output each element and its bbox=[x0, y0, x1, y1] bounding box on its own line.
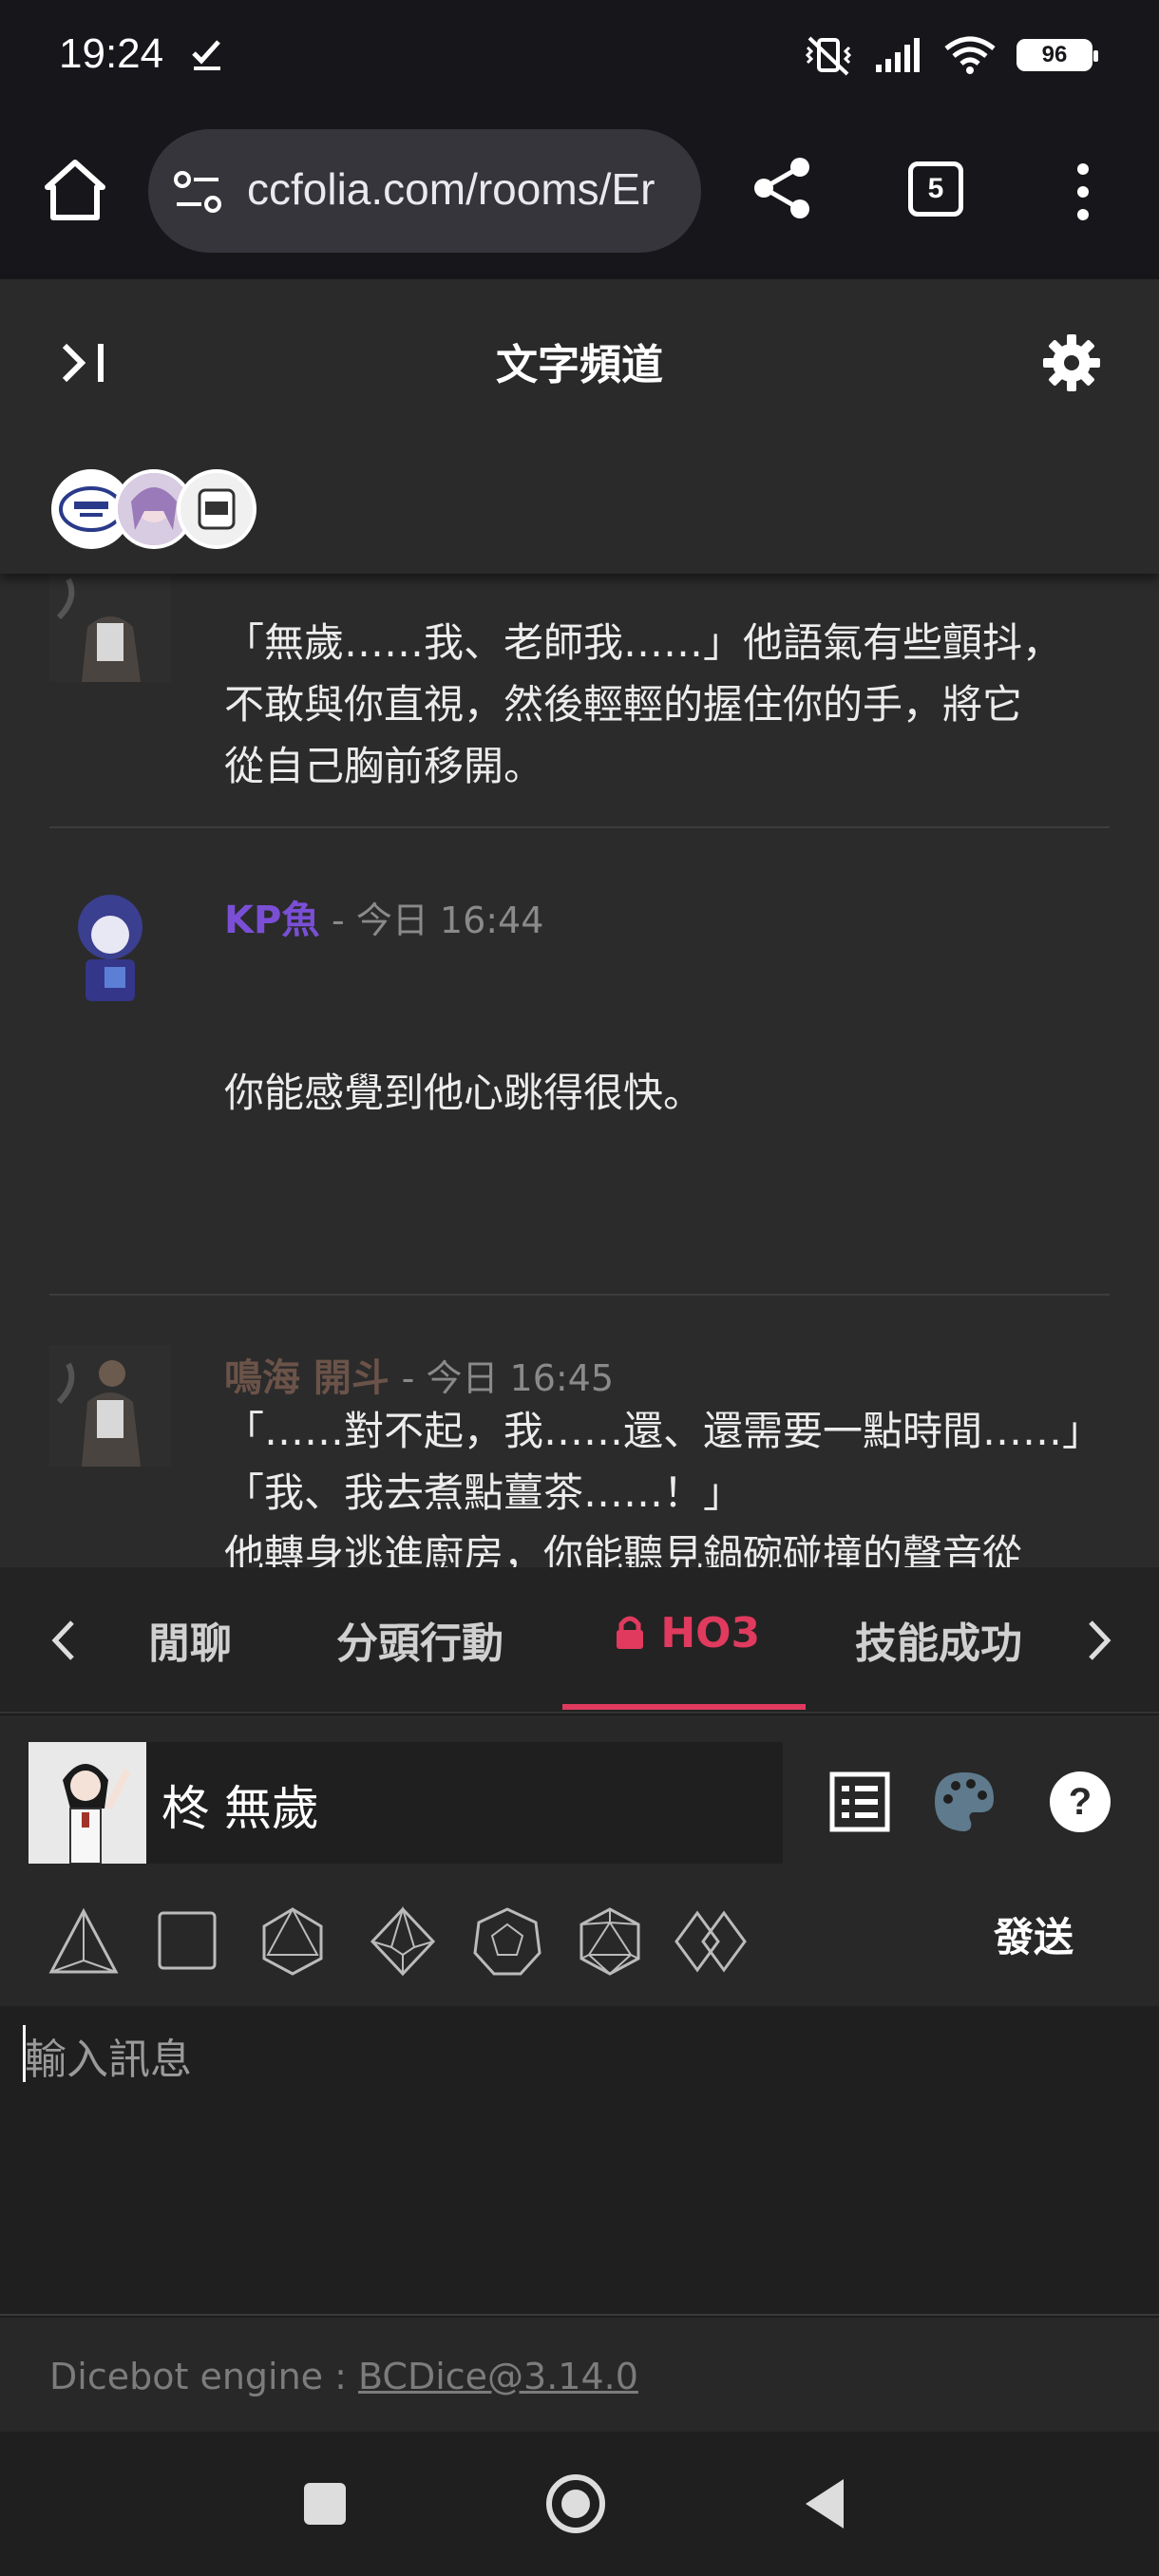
tab-split-action[interactable]: 分頭行動 bbox=[336, 1609, 504, 1670]
character-selector[interactable]: 柊 無歲 bbox=[28, 1742, 783, 1864]
recents-icon[interactable] bbox=[291, 2470, 359, 2538]
d10-dice-icon[interactable] bbox=[365, 1904, 441, 1979]
character-avatar-image bbox=[49, 880, 171, 1001]
footer: Dicebot engine : BCDice@3.14.0 bbox=[0, 2318, 1159, 2432]
more-vert-icon[interactable] bbox=[1066, 161, 1100, 222]
tab-switcher-button[interactable]: 5 bbox=[908, 161, 963, 217]
message-header: 鳴海 開斗 - 今日 16:45 bbox=[224, 1347, 614, 1402]
system-nav-bar bbox=[0, 2432, 1159, 2576]
divider bbox=[49, 1294, 1110, 1296]
character-avatar-image bbox=[49, 1345, 171, 1467]
input-placeholder: 輸入訊息 bbox=[25, 2036, 192, 2084]
dicebot-info: Dicebot engine : BCDice@3.14.0 bbox=[49, 2356, 638, 2397]
message-text: 你能感覺到他心跳得很快。 bbox=[224, 1070, 704, 1116]
avatar bbox=[49, 560, 171, 682]
sender-name[interactable]: 鳴海 開斗 bbox=[224, 1356, 390, 1400]
chevron-right-icon[interactable] bbox=[1083, 1617, 1115, 1664]
tab-chat[interactable]: 閒聊 bbox=[148, 1609, 232, 1670]
message-header: KP魚 - 今日 16:44 bbox=[224, 889, 543, 944]
composer: 柊 無歲 ? 發送 bbox=[0, 1715, 1159, 2006]
character-avatar-image bbox=[28, 1742, 146, 1864]
home-icon[interactable] bbox=[40, 155, 110, 225]
avatar[interactable] bbox=[177, 469, 256, 549]
avatar bbox=[49, 1345, 171, 1467]
share-icon[interactable] bbox=[749, 154, 817, 222]
d4-dice-icon[interactable] bbox=[46, 1904, 122, 1979]
message-time: - 今日 16:45 bbox=[401, 1357, 615, 1399]
chevron-left-icon[interactable] bbox=[48, 1617, 80, 1664]
message-item: 鳴海 開斗 - 今日 16:45 「……對不起，我……還、還需要一點時間……」 … bbox=[49, 1345, 1110, 1567]
avatar[interactable] bbox=[28, 1742, 146, 1864]
character-name: 柊 無歲 bbox=[162, 1781, 319, 1836]
svg-text:?: ? bbox=[1069, 1781, 1092, 1823]
url-text: ccfolia.com/rooms/Er bbox=[247, 164, 656, 214]
character-avatar-image bbox=[49, 560, 171, 682]
d20-dice-icon[interactable] bbox=[572, 1904, 648, 1979]
gear-icon[interactable] bbox=[1041, 332, 1102, 393]
member-avatars[interactable] bbox=[51, 469, 260, 549]
d6-dice-icon[interactable] bbox=[150, 1904, 226, 1979]
tab-ho3[interactable]: HO3 bbox=[614, 1609, 760, 1657]
url-bar[interactable]: ccfolia.com/rooms/Er bbox=[148, 129, 701, 253]
status-bar: 19:24 96 bbox=[0, 0, 1159, 114]
d100-dice-icon[interactable] bbox=[673, 1904, 749, 1979]
d8-dice-icon[interactable] bbox=[255, 1904, 331, 1979]
status-time: 19:24 bbox=[59, 30, 164, 77]
d12-dice-icon[interactable] bbox=[469, 1904, 545, 1979]
checkmark-icon bbox=[192, 40, 220, 70]
back-icon[interactable] bbox=[792, 2470, 861, 2538]
lock-icon bbox=[617, 1616, 643, 1649]
message-list[interactable]: 「無歲……我、老師我……」他語氣有些顫抖， 不敢與你直視，然後輕輕的握住你的手，… bbox=[0, 551, 1159, 1567]
palette-icon[interactable] bbox=[931, 1769, 998, 1835]
signal-icon bbox=[876, 38, 920, 72]
battery-indicator: 96 bbox=[1016, 39, 1098, 71]
home-nav-icon[interactable] bbox=[542, 2470, 610, 2538]
character-avatar-image bbox=[180, 473, 253, 545]
channel-tabs: 閒聊 分頭行動 HO3 技能成功 bbox=[0, 1567, 1159, 1714]
wifi-icon bbox=[944, 36, 996, 74]
tab-skill-success[interactable]: 技能成功 bbox=[855, 1609, 1022, 1670]
message-input[interactable]: 輸入訊息 bbox=[0, 2006, 1159, 2316]
message-item: 「無歲……我、老師我……」他語氣有些顫抖， 不敢與你直視，然後輕輕的握住你的手，… bbox=[49, 560, 1110, 817]
message-text: 「……對不起，我……還、還需要一點時間……」 「我、我去煮點薑茶……！」 他轉身… bbox=[224, 1408, 1103, 1567]
message-time: - 今日 16:44 bbox=[332, 900, 544, 941]
bcdice-link[interactable]: BCDice@3.14.0 bbox=[358, 2356, 638, 2397]
help-icon[interactable]: ? bbox=[1047, 1769, 1113, 1835]
list-icon[interactable] bbox=[826, 1769, 893, 1835]
active-tab-indicator bbox=[562, 1704, 806, 1710]
message-text: 「無歲……我、老師我……」他語氣有些顫抖， 不敢與你直視，然後輕輕的握住你的手，… bbox=[224, 619, 1063, 789]
vibrate-mute-icon bbox=[805, 36, 852, 76]
message-item: KP魚 - 今日 16:44 你能感覺到他心跳得很快。 bbox=[49, 880, 1110, 1241]
chat-title: 文字頻道 bbox=[496, 341, 663, 389]
browser-toolbar: ccfolia.com/rooms/Er 5 bbox=[0, 114, 1159, 279]
avatar bbox=[49, 880, 171, 1001]
site-settings-icon[interactable] bbox=[173, 168, 222, 216]
divider bbox=[49, 826, 1110, 828]
sender-name[interactable]: KP魚 bbox=[224, 899, 319, 942]
chat-header: 文字頻道 bbox=[0, 279, 1159, 574]
send-button[interactable]: 發送 bbox=[994, 1905, 1074, 1963]
